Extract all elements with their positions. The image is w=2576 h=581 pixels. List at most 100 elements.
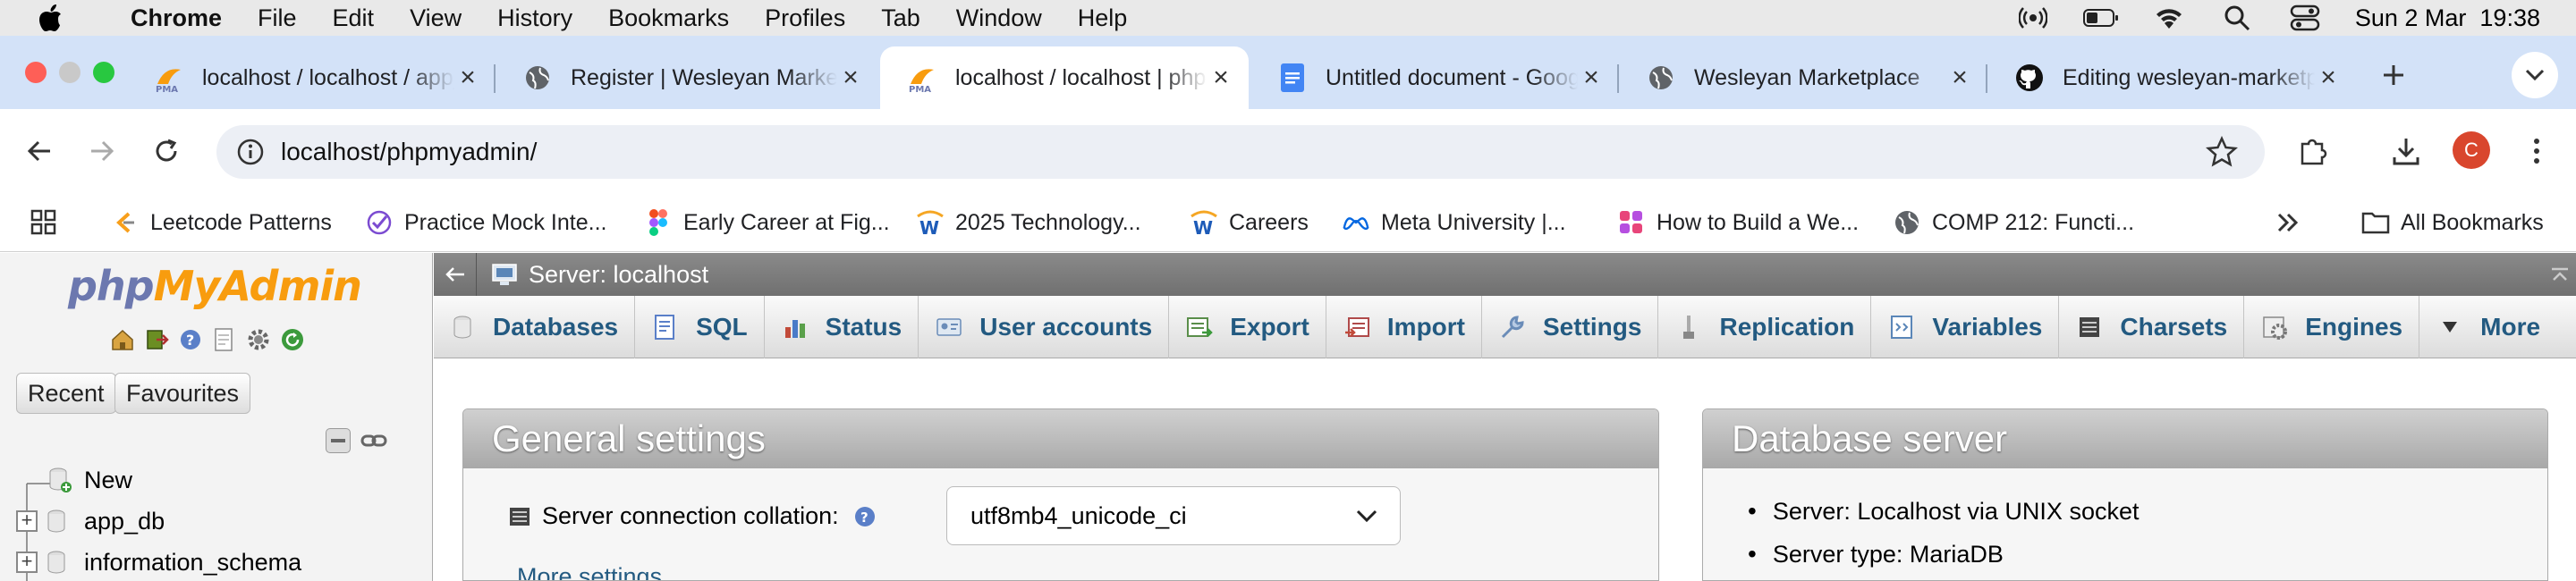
bookmark-star-icon[interactable] (2206, 136, 2238, 168)
close-icon[interactable]: × (2315, 63, 2342, 92)
menu-view[interactable]: View (410, 4, 462, 32)
pma-logo[interactable]: phpMyAdmin (68, 262, 362, 310)
tab-github-editing[interactable]: Editing wesleyan-marketplace × (1987, 46, 2356, 109)
minus-icon (331, 439, 345, 442)
documentation-icon[interactable] (211, 326, 238, 353)
close-icon[interactable]: × (1578, 63, 1605, 92)
close-icon[interactable]: × (837, 63, 864, 92)
menu-history[interactable]: History (497, 4, 572, 32)
battery-icon[interactable] (2082, 4, 2119, 32)
bookmark-early-career-figma[interactable]: Early Career at Fig... (644, 206, 890, 240)
spotlight-search-icon[interactable] (2219, 4, 2255, 32)
tab-databases[interactable]: Databases (434, 296, 636, 358)
database-server-title: Database server (1703, 409, 2547, 468)
server-title[interactable]: Server: localhost (529, 261, 708, 289)
tab-label: Import (1386, 313, 1465, 341)
home-icon[interactable] (109, 326, 136, 353)
new-tab-button[interactable] (2376, 57, 2411, 93)
menu-window[interactable]: Window (956, 4, 1042, 32)
bookmarks-overflow-button[interactable] (2275, 206, 2301, 240)
tab-wesleyan-marketplace[interactable]: Wesleyan Marketplace × (1619, 46, 1987, 109)
tree-db-information-schema[interactable]: + information_schema (16, 544, 301, 580)
link-with-main-panel-button[interactable] (360, 430, 388, 451)
collapse-top-icon[interactable] (2549, 264, 2571, 285)
menu-clock[interactable]: Sun 2 Mar 19:38 (2355, 4, 2540, 32)
close-icon[interactable]: × (1208, 63, 1234, 92)
tab-settings[interactable]: Settings (1482, 296, 1659, 358)
tab-register-wesleyan[interactable]: Register | Wesleyan Marketplace × (496, 46, 878, 109)
reload-navigation-icon[interactable] (279, 326, 306, 353)
help-icon[interactable]: ? (853, 505, 877, 528)
menu-bookmarks[interactable]: Bookmarks (608, 4, 729, 32)
back-button[interactable] (20, 131, 59, 171)
bookmark-comp-212[interactable]: COMP 212: Functi... (1893, 206, 2134, 240)
tab-google-docs[interactable]: Untitled document - Google Docs × (1250, 46, 1619, 109)
tab-engines[interactable]: Engines (2244, 296, 2420, 358)
bookmark-label: Leetcode Patterns (150, 209, 332, 235)
w-icon: W (916, 208, 945, 237)
bookmark-careers[interactable]: W Careers (1190, 206, 1309, 240)
menu-file[interactable]: File (258, 4, 297, 32)
forward-button[interactable] (82, 131, 122, 171)
settings-gear-icon[interactable] (245, 326, 272, 353)
expand-icon[interactable]: + (16, 510, 38, 532)
collapse-navigation-button[interactable] (434, 253, 477, 296)
downloads-button[interactable] (2386, 131, 2426, 171)
bookmark-leetcode-patterns[interactable]: Leetcode Patterns (111, 206, 332, 240)
bookmark-meta-university[interactable]: Meta University |... (1342, 206, 1566, 240)
window-minimize-button[interactable] (59, 62, 80, 83)
tab-variables[interactable]: Variables (1871, 296, 2060, 358)
reload-button[interactable] (147, 131, 186, 171)
wifi-icon[interactable] (2151, 4, 2187, 32)
bookmark-2025-technology[interactable]: W 2025 Technology... (916, 206, 1141, 240)
bookmark-how-to-build[interactable]: How to Build a We... (1617, 206, 1859, 240)
menu-profiles[interactable]: Profiles (765, 4, 845, 32)
apple-icon[interactable] (32, 0, 68, 36)
site-info-icon[interactable] (236, 138, 265, 166)
tab-search-button[interactable] (2512, 52, 2558, 98)
profile-avatar[interactable]: C (2453, 131, 2490, 169)
help-icon[interactable]: ? (177, 326, 204, 353)
favourite-tables-button[interactable]: Favourites (114, 373, 251, 414)
collapse-all-button[interactable] (326, 428, 351, 453)
sql-icon (651, 313, 680, 341)
bookmark-practice-mock[interactable]: Practice Mock Inte... (365, 206, 606, 240)
tab-export[interactable]: Export (1169, 296, 1326, 358)
window-close-button[interactable] (25, 62, 47, 83)
recent-tables-button[interactable]: Recent (16, 373, 116, 414)
address-bar[interactable]: localhost/phpmyadmin/ (216, 125, 2265, 179)
tab-user-accounts[interactable]: User accounts (919, 296, 1170, 358)
tab-localhost-phpmyadmin[interactable]: PMA localhost / localhost | phpMyAdmin × (880, 46, 1249, 109)
figma-icon (644, 208, 673, 237)
menu-edit[interactable]: Edit (333, 4, 375, 32)
menu-tab[interactable]: Tab (881, 4, 920, 32)
tab-more[interactable]: More (2419, 296, 2556, 358)
menu-app-name[interactable]: Chrome (131, 4, 222, 32)
close-icon[interactable]: × (1946, 63, 1973, 92)
window-zoom-button[interactable] (93, 62, 114, 83)
logout-icon[interactable] (143, 326, 170, 353)
tab-import[interactable]: Import (1326, 296, 1482, 358)
extensions-button[interactable] (2293, 131, 2333, 171)
more-vertical-icon (2534, 139, 2539, 164)
tree-new-database[interactable]: New (48, 462, 132, 498)
tab-status[interactable]: Status (765, 296, 919, 358)
close-icon[interactable]: × (454, 63, 481, 92)
tab-sql[interactable]: SQL (635, 296, 765, 358)
chrome-menu-button[interactable] (2517, 131, 2556, 171)
tab-localhost-app-db[interactable]: PMA localhost / localhost / app_db × (127, 46, 496, 109)
tab-charsets[interactable]: Charsets (2059, 296, 2245, 358)
tree-db-app-db[interactable]: + app_db (16, 503, 165, 539)
apps-button[interactable] (30, 206, 57, 240)
more-settings-link[interactable]: More settings (517, 563, 662, 580)
server-nav-tabs: Databases SQL Status User accounts Expor… (434, 296, 2576, 358)
user-accounts-icon (935, 313, 963, 341)
tab-replication[interactable]: Replication (1658, 296, 1872, 358)
hotspot-icon[interactable] (2015, 4, 2051, 32)
all-bookmarks-button[interactable]: All Bookmarks (2361, 206, 2544, 240)
collation-select[interactable]: utf8mb4_unicode_ci (946, 486, 1401, 545)
expand-icon[interactable]: + (16, 552, 38, 573)
menu-help[interactable]: Help (1078, 4, 1128, 32)
url-text[interactable]: localhost/phpmyadmin/ (281, 138, 537, 166)
control-center-icon[interactable] (2287, 4, 2323, 32)
